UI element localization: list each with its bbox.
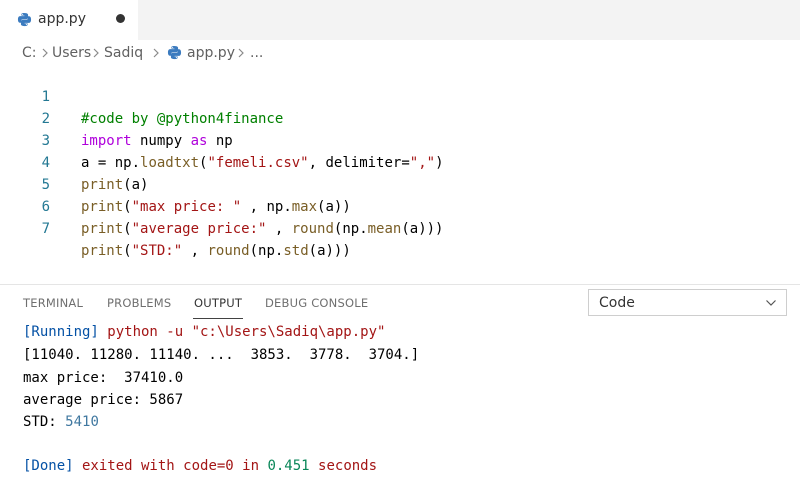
function-token: round xyxy=(207,243,250,259)
output-line: [11040. 11280. 11140. ... 3853. 3778. 37… xyxy=(23,347,420,363)
breadcrumb-user[interactable]: Sadiq xyxy=(104,45,143,61)
tab-filename: app.py xyxy=(38,11,86,27)
breadcrumb-drive[interactable]: C: xyxy=(22,45,37,61)
breadcrumb-users[interactable]: Users xyxy=(52,45,91,61)
tab-output[interactable]: OUTPUT xyxy=(194,296,242,310)
output-line: max price: 37410.0 xyxy=(23,370,184,386)
function-token: mean xyxy=(367,221,402,237)
editor-tab-bar: app.py xyxy=(0,0,800,40)
code-line[interactable]: 7 print("STD:" , round(np.std(a))) xyxy=(0,196,800,259)
output-line: STD: 5410 xyxy=(23,411,99,433)
code-token: , xyxy=(182,243,208,259)
chevron-right-icon xyxy=(42,48,48,58)
done-text: in xyxy=(233,458,268,474)
breadcrumb: C: Users Sadiq app.py ... xyxy=(0,40,800,66)
code-token: (a))) xyxy=(401,221,444,237)
output-line: [Running] python -u "c:\Users\Sadiq\app.… xyxy=(23,321,385,343)
code-line[interactable]: 3 a = np.loadtxt("femeli.csv", delimiter… xyxy=(0,108,800,171)
std-value: 5410 xyxy=(65,414,99,430)
tab-app-py[interactable]: app.py xyxy=(0,0,138,40)
tab-problems[interactable]: PROBLEMS xyxy=(107,296,171,310)
chevron-down-icon xyxy=(766,300,776,306)
elapsed-time: 0.451 xyxy=(267,458,310,474)
line-number: 7 xyxy=(41,221,50,237)
code-line[interactable]: 6 print("average price:" , round(np.mean… xyxy=(0,174,800,237)
output-line: [Done] exited with code=0 in 0.451 secon… xyxy=(23,455,377,477)
function-token: round xyxy=(291,221,334,237)
tab-debug-console[interactable]: DEBUG CONSOLE xyxy=(265,296,368,310)
breadcrumb-more[interactable]: ... xyxy=(250,45,263,61)
breadcrumb-file[interactable]: app.py xyxy=(187,45,235,61)
done-text: exited with xyxy=(73,458,184,474)
code-token: (a))) xyxy=(308,243,351,259)
function-token: std xyxy=(283,243,309,259)
unsaved-dot-icon[interactable] xyxy=(116,14,125,23)
running-command: python -u "c:\Users\Sadiq\app.py" xyxy=(98,324,386,340)
function-token: print xyxy=(81,243,124,259)
string-token: "average price:" xyxy=(131,221,267,237)
code-token: (np. xyxy=(249,243,284,259)
running-tag: [Running] xyxy=(23,324,99,340)
done-text: seconds xyxy=(309,458,378,474)
code-editor[interactable]: 1 #code by @python4finance 2 import nump… xyxy=(0,64,800,284)
chevron-right-icon xyxy=(153,48,159,58)
output-channel-value: Code xyxy=(599,295,635,311)
output-channel-select[interactable]: Code xyxy=(588,289,787,316)
code-line[interactable]: 5 print("max price: " , np.max(a)) xyxy=(0,152,800,215)
tab-terminal[interactable]: TERMINAL xyxy=(23,296,83,310)
std-label: STD: xyxy=(23,414,66,430)
function-token: print xyxy=(81,221,124,237)
code-token: ( xyxy=(123,221,132,237)
chevron-right-icon xyxy=(238,48,244,58)
active-tab-indicator xyxy=(193,318,243,319)
string-token: "STD:" xyxy=(131,243,183,259)
code-line[interactable]: 2 import numpy as np xyxy=(0,86,800,149)
output-line: average price: 5867 xyxy=(23,392,184,408)
code-token: ( xyxy=(123,243,132,259)
chevron-right-icon xyxy=(93,48,99,58)
code-token: (np. xyxy=(333,221,368,237)
code-line[interactable]: 1 #code by @python4finance xyxy=(0,64,800,127)
done-tag: [Done] xyxy=(23,458,74,474)
python-file-icon xyxy=(17,12,32,27)
exit-code: code=0 xyxy=(183,458,234,474)
code-token: , xyxy=(266,221,292,237)
python-file-icon xyxy=(167,45,182,60)
code-line[interactable]: 4 print(a) xyxy=(0,130,800,193)
output-panel[interactable]: [Running] python -u "c:\Users\Sadiq\app.… xyxy=(0,320,800,487)
